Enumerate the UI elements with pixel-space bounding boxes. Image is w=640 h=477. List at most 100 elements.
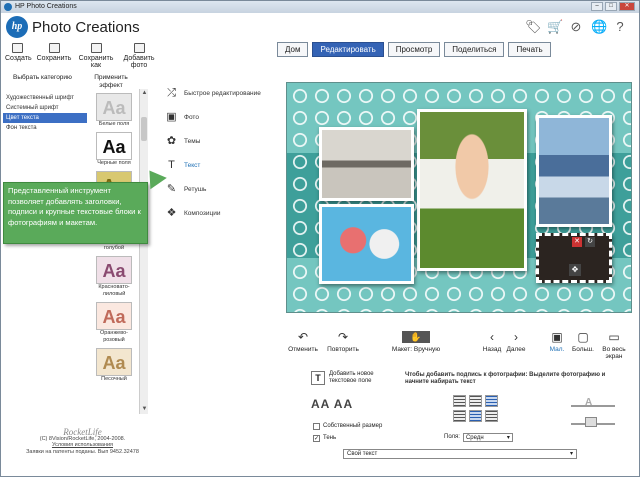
tool-layers[interactable]: ❖ Композиции <box>161 201 281 225</box>
tool-palette[interactable]: ✿ Темы <box>161 129 281 153</box>
window-controls: – □ ✕ <box>591 2 635 11</box>
large-view-label: Больш. <box>572 346 594 353</box>
effect-scrollbar[interactable]: ▲ ▼ <box>139 89 148 414</box>
category-header: Выбрать категорию <box>13 74 72 81</box>
caption-hint: Чтобы добавить подпись к фотографии: Выд… <box>405 372 606 385</box>
small-view-button[interactable]: ▣ Мал. <box>546 331 568 353</box>
scroll-thumb[interactable] <box>141 117 147 141</box>
effect-item[interactable]: Aa Белые поля <box>94 93 134 128</box>
tool-label: Ретушь <box>184 185 207 193</box>
undo-button[interactable]: ↶ Отменить <box>286 331 320 353</box>
back-label: Назад <box>482 346 502 353</box>
new-file-icon <box>11 43 23 53</box>
photo-canvas[interactable]: ✕ ↻ ✥ <box>286 82 632 313</box>
photo-baby[interactable] <box>417 109 527 271</box>
tool-text[interactable]: T Текст <box>161 153 281 177</box>
add-photo-label: Добавить фото <box>123 55 155 69</box>
own-size-checkbox[interactable]: Собственный размер <box>313 422 382 430</box>
fullscreen-icon: ▭ <box>608 330 620 344</box>
save-button[interactable]: Сохранить <box>35 43 73 62</box>
photo-woman[interactable] <box>536 115 612 227</box>
align-top-right-button[interactable] <box>485 395 498 407</box>
tool-label: Текст <box>184 161 201 169</box>
mode-tab[interactable]: Поделиться <box>444 42 505 57</box>
photo-selected[interactable]: ✕ ↻ ✥ <box>536 233 612 283</box>
tool-label: Темы <box>184 137 201 145</box>
align-mid-center-button[interactable] <box>469 410 482 422</box>
layout-label: Макет: Вручную <box>391 346 441 353</box>
mode-tab[interactable]: Редактировать <box>312 42 384 57</box>
slider-thumb[interactable] <box>585 417 597 427</box>
rotate-icon[interactable]: ↻ <box>585 237 595 247</box>
save-as-button[interactable]: Сохранить как <box>77 43 115 69</box>
footer: RocketLife (C) 8Vision/RocketLife, 2004-… <box>15 428 150 455</box>
tag-icon[interactable]: 🏷 <box>525 19 542 35</box>
effect-item[interactable]: Aa Оранжево-розовый <box>94 302 134 344</box>
fullscreen-button[interactable]: ▭ Во весь экран <box>598 331 630 360</box>
effect-label: Белые поля <box>98 121 130 127</box>
text-panel: T Добавить новое текстовое поле Чтобы до… <box>301 367 636 467</box>
text-size-slider[interactable]: A <box>571 397 621 437</box>
align-mid-left-button[interactable] <box>453 410 466 422</box>
delete-icon[interactable]: ✕ <box>572 237 582 247</box>
align-top-left-button[interactable] <box>453 395 466 407</box>
shadow-checkbox[interactable]: ✓ Тень <box>313 434 336 442</box>
maximize-button[interactable]: □ <box>605 2 617 11</box>
effect-label: Черные поля <box>97 160 131 166</box>
mode-tab[interactable]: Дом <box>277 42 309 57</box>
small-view-label: Мал. <box>549 346 565 353</box>
move-icon[interactable]: ✥ <box>569 264 581 276</box>
app-window: HP Photo Creations – □ ✕ hp Photo Creati… <box>0 0 640 477</box>
effect-swatch: Aa <box>96 93 132 121</box>
add-text-button[interactable]: T Добавить новое текстовое поле <box>311 371 393 385</box>
category-item[interactable]: Художественный шрифт <box>3 93 87 103</box>
photo-karate[interactable] <box>319 127 414 201</box>
fullscreen-label: Во весь экран <box>602 346 626 360</box>
effect-label: Песочный <box>101 376 127 382</box>
margins-select[interactable]: Средн <box>462 433 513 443</box>
align-mid-right-button[interactable] <box>485 410 498 422</box>
alignment-grid <box>453 395 498 422</box>
scroll-down-icon[interactable]: ▼ <box>140 405 149 414</box>
tool-brush[interactable]: ✎ Ретушь <box>161 177 281 201</box>
tool-camera[interactable]: ▣ Фото <box>161 105 281 129</box>
brush-icon: ✎ <box>166 183 177 195</box>
no-phone-icon[interactable]: ⊘ <box>569 19 583 35</box>
effect-item[interactable]: Aa Красновато-лиловый <box>94 256 134 298</box>
shuffle-icon: ⤮ <box>167 87 176 99</box>
create-button[interactable]: Создать <box>5 43 32 62</box>
tool-label: Композиции <box>184 209 221 217</box>
minimize-button[interactable]: – <box>591 2 603 11</box>
layout-button[interactable]: ✋ Макет: Вручную <box>388 331 444 353</box>
effect-item[interactable]: Aa Песочный <box>94 348 134 383</box>
chevron-left-icon: ‹ <box>490 330 494 344</box>
align-top-center-button[interactable] <box>469 395 482 407</box>
category-item[interactable]: Цвет текста <box>3 113 87 123</box>
next-button[interactable]: › Далее <box>504 331 528 353</box>
tool-shuffle[interactable]: ⤮ Быстрое редактирование <box>161 81 281 105</box>
close-button[interactable]: ✕ <box>619 2 635 11</box>
redo-button[interactable]: ↷ Повторить <box>324 331 362 353</box>
category-item[interactable]: Системный шрифт <box>3 103 87 113</box>
globe-icon[interactable]: 🌐 <box>591 19 607 35</box>
margins-field: Поля: Средн <box>444 433 513 443</box>
add-photo-button[interactable]: Добавить фото <box>119 43 159 69</box>
photo-couple[interactable] <box>319 204 414 284</box>
redo-icon: ↷ <box>337 330 349 344</box>
font-size-buttons[interactable]: AA AA <box>311 397 353 411</box>
large-view-button[interactable]: ▢ Больш. <box>570 331 596 353</box>
mode-tab[interactable]: Печать <box>508 42 551 57</box>
shadow-label: Тень <box>323 435 337 441</box>
back-button[interactable]: ‹ Назад <box>480 331 504 353</box>
text-style-select[interactable]: Свой текст <box>343 449 577 459</box>
save-label: Сохранить <box>36 55 72 62</box>
category-item[interactable]: Фон текста <box>3 123 87 133</box>
help-icon[interactable]: ? <box>613 19 627 35</box>
cart-icon[interactable]: 🛒 <box>547 19 563 35</box>
effect-header: Применить эффект <box>94 74 128 89</box>
effect-item[interactable]: Aa Черные поля <box>94 132 134 167</box>
scroll-up-icon[interactable]: ▲ <box>140 89 149 98</box>
redo-label: Повторить <box>327 346 359 353</box>
layers-icon: ❖ <box>166 207 177 219</box>
mode-tab[interactable]: Просмотр <box>387 42 441 57</box>
